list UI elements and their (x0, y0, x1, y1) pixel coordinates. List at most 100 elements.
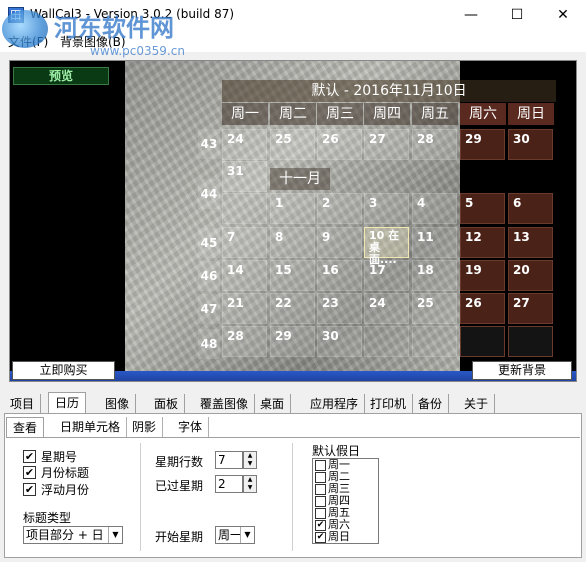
day-cell: 19 (460, 260, 505, 291)
tab-project[interactable]: 项目 (4, 394, 42, 414)
subtab-shadow[interactable]: 阴影 (126, 417, 164, 437)
day-cell: 22 (270, 293, 315, 324)
day-cell: 29 (460, 129, 505, 160)
maximize-button[interactable]: ☐ (494, 0, 540, 30)
arrow-down-icon[interactable]: ▼ (244, 460, 256, 468)
day-cell: 21 (222, 293, 267, 324)
day-cell: 20 (508, 260, 553, 291)
day-cell: 15 (270, 260, 315, 291)
checkbox-icon[interactable]: ✔ (315, 519, 326, 531)
day-cell: 27 (508, 293, 553, 324)
week-number-checkbox[interactable]: ✔ 星期号 (23, 448, 77, 464)
start-week-value: 周一 (218, 528, 243, 542)
checkbox-icon[interactable] (315, 459, 326, 471)
today-cell: 10 在桌面.... (364, 227, 409, 266)
subtab-date-cells[interactable]: 日期单元格 (54, 417, 128, 437)
checkbox-icon[interactable] (315, 507, 326, 519)
day-cell: 6 (508, 193, 553, 224)
day-cell: 23 (317, 293, 362, 324)
day-cell (222, 193, 267, 224)
chevron-down-icon[interactable]: ▼ (240, 527, 254, 543)
start-week-label: 开始星期 (155, 530, 204, 544)
calendar-header: 默认 - 2016年11月10日 (222, 80, 556, 102)
day-cell (508, 326, 553, 357)
past-weeks-input[interactable]: 2 (215, 475, 243, 493)
tab-image[interactable]: 图像 (99, 394, 137, 414)
chevron-down-icon[interactable]: ▼ (108, 527, 122, 543)
day-cell (460, 326, 505, 357)
day-cell: 24 (364, 293, 409, 324)
day-cell: 3 (364, 193, 409, 224)
month-title-checkbox[interactable]: ✔ 月份标题 (23, 464, 89, 480)
day-cell: 2 (317, 193, 362, 224)
floating-month-label: 浮动月份 (41, 482, 90, 497)
day-cell: 28 (412, 129, 457, 160)
checkbox-icon[interactable] (315, 495, 326, 507)
day-cell: 18 (412, 260, 457, 291)
tab-calendar[interactable]: 日历 (48, 392, 87, 414)
day-cell: 24 (222, 129, 267, 160)
week-number: 43 (198, 129, 220, 159)
weekday-fri: 周五 (412, 103, 458, 125)
weeks-rows-label: 星期行数 (155, 455, 204, 469)
day-cell: 13 (508, 227, 553, 258)
wallpaper-preview: 预览 默认 - 2016年11月10日 周一 周二 周三 周四 周五 周六 周日… (9, 60, 577, 382)
month-title-label: 月份标题 (41, 465, 90, 480)
tab-panel[interactable]: 面板 (148, 394, 186, 414)
past-weeks-label: 已过星期 (155, 479, 204, 493)
day-cell: 30 (508, 129, 553, 160)
day-cell: 9 (317, 227, 362, 258)
weekday-thu: 周四 (364, 103, 410, 125)
weekday-tue: 周二 (270, 103, 316, 125)
start-week-select[interactable]: 周一 ▼ (215, 526, 255, 544)
arrow-down-icon[interactable]: ▼ (244, 484, 256, 492)
day-cell: 26 (317, 129, 362, 160)
checkbox-icon[interactable]: ✔ (315, 531, 326, 543)
holiday-item[interactable]: ✔ 周日 (313, 531, 378, 543)
subtab-font[interactable]: 字体 (172, 417, 210, 437)
day-cell: 28 (222, 326, 267, 357)
day-cell: 29 (270, 326, 315, 357)
arrow-up-icon[interactable]: ▲ (244, 476, 256, 484)
checkbox-icon[interactable]: ✔ (23, 449, 36, 463)
subtab-view[interactable]: 查看 (6, 417, 45, 437)
update-background-button[interactable]: 更新背景 (472, 361, 572, 380)
sub-tabs: 查看 日期单元格 阴影 字体 (6, 417, 580, 437)
arrow-up-icon[interactable]: ▲ (244, 452, 256, 460)
tab-desktop[interactable]: 桌面 (254, 394, 292, 414)
holidays-list: 周一 周二 周三 周四 周五 ✔ 周六 ✔ 周日 (312, 458, 379, 544)
past-weeks-stepper[interactable]: ▲ ▼ (243, 475, 257, 493)
title-type-select[interactable]: 项目部分 + 日 ▼ (23, 526, 123, 544)
preview-label: 预览 (13, 67, 109, 85)
weeks-rows-input[interactable]: 7 (215, 451, 243, 469)
weeks-rows-stepper[interactable]: ▲ ▼ (243, 451, 257, 469)
weekday-sat: 周六 (460, 103, 506, 125)
day-cell: 17 (364, 260, 409, 291)
title-type-label: 标题类型 (23, 511, 72, 525)
minimize-button[interactable]: — (448, 0, 494, 30)
day-cell: 1 (270, 193, 315, 224)
tab-applications[interactable]: 应用程序 (304, 394, 366, 414)
checkbox-icon[interactable]: ✔ (23, 482, 36, 496)
week-number: 48 (198, 329, 220, 359)
close-button[interactable]: ✕ (540, 0, 586, 30)
week-number-label: 星期号 (41, 449, 78, 464)
tab-about[interactable]: 关于 (458, 394, 496, 414)
holidays-label: 默认假日 (312, 444, 361, 458)
week-number: 46 (198, 261, 220, 291)
divider (292, 443, 293, 551)
tab-printer[interactable]: 打印机 (364, 394, 414, 414)
tab-overlay-image[interactable]: 覆盖图像 (194, 394, 256, 414)
floating-month-checkbox[interactable]: ✔ 浮动月份 (23, 481, 89, 497)
day-cell: 14 (222, 260, 267, 291)
tab-backup[interactable]: 备份 (412, 394, 450, 414)
main-tabs: 项目 日历 图像 面板 覆盖图像 桌面 应用程序 打印机 备份 关于 (4, 392, 582, 414)
checkbox-icon[interactable] (315, 483, 326, 495)
checkbox-icon[interactable] (315, 471, 326, 483)
buy-now-button[interactable]: 立即购买 (12, 361, 115, 380)
checkbox-icon[interactable]: ✔ (23, 465, 36, 479)
weekday-sun: 周日 (508, 103, 554, 125)
day-cell: 30 (317, 326, 362, 357)
watermark-logo-icon (2, 10, 48, 48)
week-number: 45 (198, 228, 220, 258)
